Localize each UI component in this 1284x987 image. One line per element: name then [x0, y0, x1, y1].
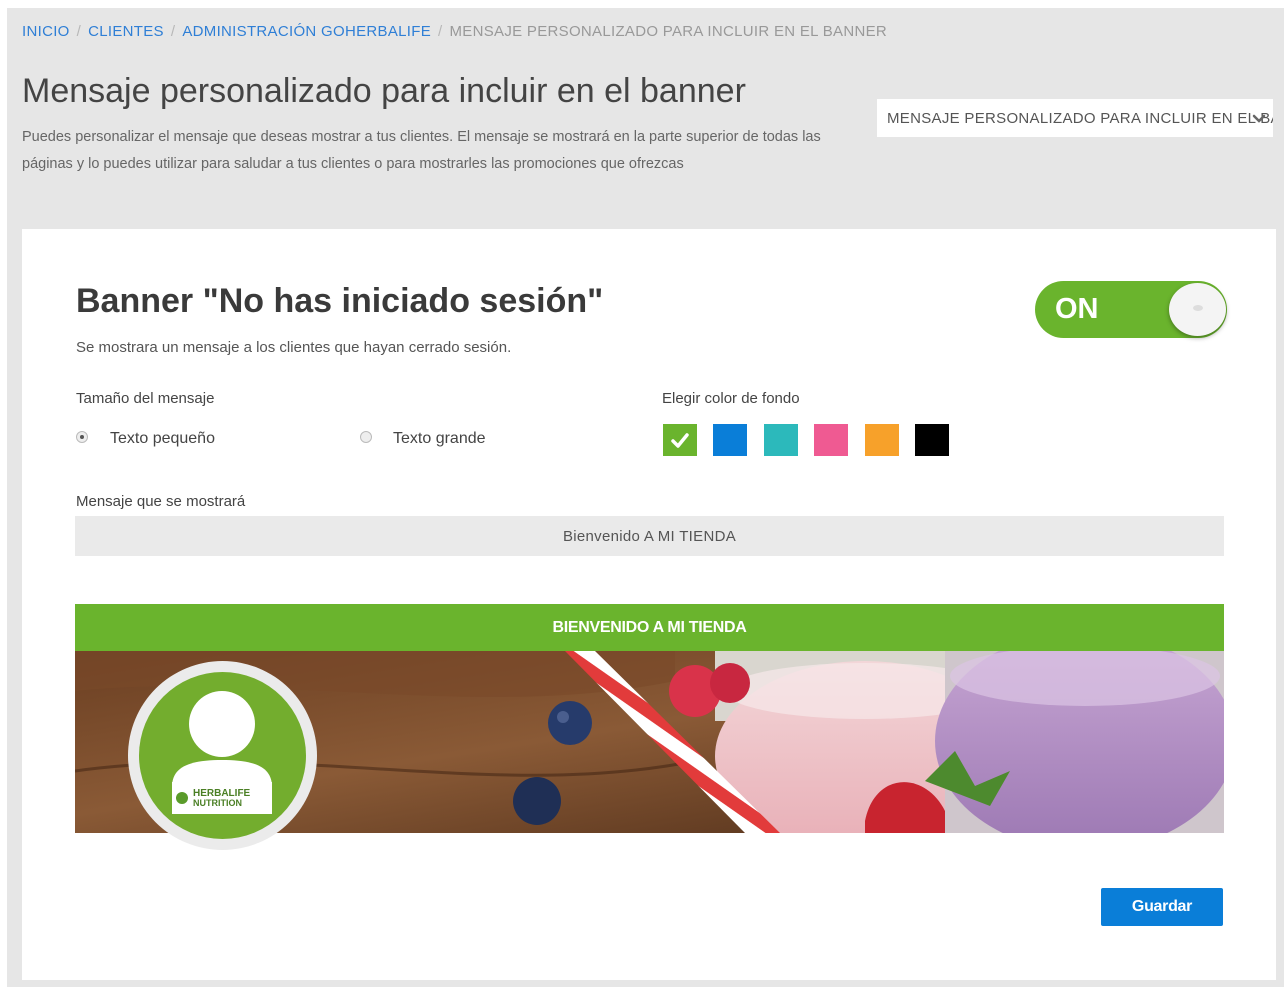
page-title: Mensaje personalizado para incluir en el…: [22, 72, 746, 110]
banner-on-toggle[interactable]: ON: [1035, 281, 1227, 338]
toggle-knob: [1169, 283, 1226, 336]
check-icon: [671, 433, 689, 448]
color-swatch-teal[interactable]: [764, 424, 798, 456]
section-select-value: MENSAJE PERSONALIZADO PARA INCLUIR EN EL…: [887, 109, 1273, 127]
breadcrumb-inicio[interactable]: INICIO: [22, 23, 70, 40]
user-silhouette-icon: HERBALIFE NUTRITION: [172, 691, 272, 814]
radio-large-text[interactable]: [360, 431, 372, 443]
avatar: HERBALIFE NUTRITION: [128, 661, 317, 850]
breadcrumb-clientes[interactable]: CLIENTES: [88, 23, 164, 40]
banner-settings-card: Banner "No has iniciado sesión" Se mostr…: [22, 229, 1276, 980]
radio-small-text[interactable]: [76, 431, 88, 443]
breadcrumb: INICIO / CLIENTES / ADMINISTRACIÓN GOHER…: [22, 21, 887, 41]
banner-subtitle: Se mostrara un mensaje a los clientes qu…: [76, 339, 512, 356]
radio-large-text-label[interactable]: Texto grande: [393, 430, 486, 448]
message-size-label: Tamaño del mensaje: [76, 390, 215, 407]
logo-text-nutrition: NUTRITION: [193, 798, 242, 808]
color-swatch-black[interactable]: [915, 424, 949, 456]
color-swatch-blue[interactable]: [713, 424, 747, 456]
section-select[interactable]: MENSAJE PERSONALIZADO PARA INCLUIR EN EL…: [877, 99, 1273, 137]
chevron-down-icon: [1252, 114, 1266, 123]
save-button[interactable]: Guardar: [1101, 888, 1223, 926]
banner-title: Banner "No has iniciado sesión": [76, 282, 604, 320]
background-color-label: Elegir color de fondo: [662, 390, 800, 407]
preview-banner-bar: BIENVENIDO A MI TIENDA: [75, 604, 1224, 651]
breadcrumb-separator: /: [438, 22, 443, 40]
breadcrumb-separator: /: [170, 22, 176, 40]
breadcrumb-current: MENSAJE PERSONALIZADO PARA INCLUIR EN EL…: [449, 22, 888, 40]
page-description: Puedes personalizar el mensaje que desea…: [22, 129, 821, 172]
message-label: Mensaje que se mostrará: [76, 493, 246, 510]
herbalife-avatar-logo: HERBALIFE NUTRITION: [139, 672, 306, 839]
color-swatch-pink[interactable]: [814, 424, 848, 456]
color-swatch-orange[interactable]: [865, 424, 899, 456]
color-swatch-green[interactable]: [663, 424, 697, 456]
message-input[interactable]: [75, 516, 1224, 556]
radio-small-text-label[interactable]: Texto pequeño: [110, 430, 215, 448]
toggle-label: ON: [1055, 293, 1099, 325]
breadcrumb-separator: /: [76, 22, 82, 40]
breadcrumb-administracion[interactable]: ADMINISTRACIÓN GOHERBALIFE: [182, 23, 431, 40]
